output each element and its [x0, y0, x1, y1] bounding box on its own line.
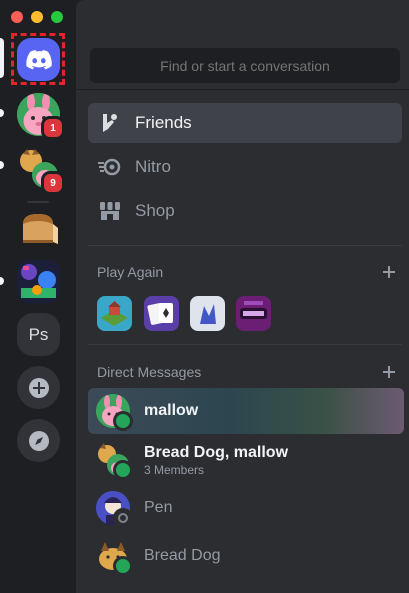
- shop-icon: [98, 199, 122, 223]
- dm-name: Bread Dog: [144, 547, 221, 564]
- dm-item-bread-dog[interactable]: Bread Dog: [88, 533, 404, 579]
- direct-messages-home-button[interactable]: [17, 38, 60, 81]
- farm-game-icon: [97, 296, 132, 331]
- online-status-icon: [113, 460, 133, 480]
- offline-status-icon: [113, 508, 133, 528]
- dm-item-group[interactable]: Bread Dog, mallow 3 Members: [88, 437, 404, 483]
- avatar: [96, 491, 133, 528]
- mention-badge: 9: [41, 171, 65, 195]
- online-status-icon: [113, 411, 133, 431]
- nav-label: Friends: [135, 113, 192, 132]
- dm-member-count: 3 Members: [144, 462, 205, 477]
- server-icon-ps[interactable]: Ps: [17, 313, 60, 356]
- section-title: Play Again: [97, 264, 164, 280]
- sketch-game-icon: [190, 296, 225, 331]
- mention-badge: 1: [41, 116, 65, 140]
- avatar: [96, 394, 133, 431]
- unread-indicator: [0, 161, 4, 169]
- game-farm[interactable]: [97, 296, 132, 331]
- compass-icon: [28, 430, 49, 451]
- dm-name: mallow: [144, 402, 199, 419]
- nav-label: Nitro: [135, 157, 171, 176]
- dm-name: Bread Dog, mallow: [144, 443, 289, 461]
- add-server-button[interactable]: [17, 366, 60, 409]
- unread-indicator: [0, 277, 4, 285]
- game-art-icon: [17, 260, 60, 303]
- window-minimize-button[interactable]: [31, 11, 43, 23]
- server-rail: 1 9 Ps: [0, 0, 76, 593]
- discord-logo-icon: [25, 49, 52, 69]
- server-label: Ps: [28, 324, 49, 344]
- dm-item-pen[interactable]: Pen: [88, 485, 404, 531]
- game-chess-drone[interactable]: [236, 296, 271, 331]
- section-divider: [88, 344, 402, 345]
- game-solitaire[interactable]: [144, 296, 179, 331]
- online-status-icon: [113, 556, 133, 576]
- window-close-button[interactable]: [11, 11, 23, 23]
- server-icon-bread[interactable]: [17, 206, 60, 249]
- nitro-icon: [98, 155, 122, 179]
- direct-messages-header: Direct Messages: [97, 364, 395, 380]
- avatar: [96, 539, 133, 576]
- bread-icon: [23, 214, 58, 244]
- nav-shop[interactable]: Shop: [88, 191, 402, 231]
- nav-label: Shop: [135, 201, 175, 220]
- solitaire-game-icon: [144, 296, 179, 331]
- section-divider: [88, 245, 402, 246]
- plus-circle-icon: [28, 377, 49, 398]
- search-input[interactable]: [90, 48, 400, 83]
- chess-drone-game-icon: [236, 296, 271, 331]
- game-sketch[interactable]: [190, 296, 225, 331]
- selected-server-indicator: [0, 38, 4, 78]
- section-title: Direct Messages: [97, 364, 202, 380]
- rail-divider: [27, 201, 49, 203]
- plus-icon: [383, 366, 395, 378]
- play-again-add-button[interactable]: [383, 265, 395, 279]
- dm-item-mallow[interactable]: mallow: [88, 388, 404, 434]
- unread-indicator: [0, 109, 4, 117]
- search-bar-container: [76, 0, 409, 90]
- plus-icon: [383, 266, 395, 278]
- group-avatar: [96, 443, 133, 480]
- dm-name: Pen: [144, 499, 173, 516]
- create-dm-button[interactable]: [383, 365, 395, 379]
- play-again-header: Play Again: [97, 264, 395, 280]
- nav-friends[interactable]: Friends: [88, 103, 402, 143]
- nav-nitro[interactable]: Nitro: [88, 147, 402, 187]
- friends-wave-icon: [98, 111, 122, 135]
- window-maximize-button[interactable]: [51, 11, 63, 23]
- server-icon-game-art[interactable]: [17, 260, 60, 303]
- explore-servers-button[interactable]: [17, 419, 60, 462]
